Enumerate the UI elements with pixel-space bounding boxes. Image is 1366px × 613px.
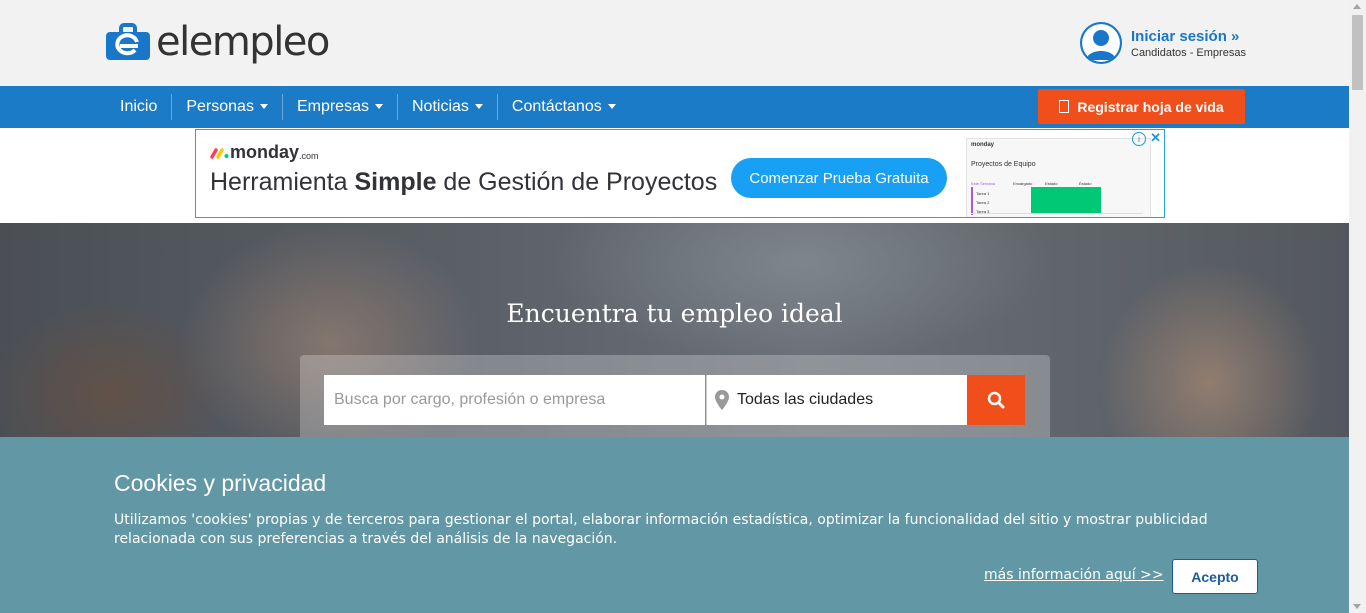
site-header: elempleo Iniciar sesión » Candidatos - E…	[0, 0, 1349, 86]
ad-close-icon[interactable]: ✕	[1150, 130, 1161, 146]
register-cv-label: Registrar hoja de vida	[1077, 98, 1224, 115]
nav-item-label: Empresas	[296, 98, 369, 115]
cookie-accept-button[interactable]: Acepto	[1172, 559, 1258, 594]
ad-headline-post: de Gestión de Proyectos	[436, 168, 718, 196]
preview-row: Tarea 1	[976, 191, 990, 196]
search-icon	[987, 391, 1005, 409]
nav-item-personas[interactable]: Personas	[172, 94, 283, 120]
search-button[interactable]	[967, 375, 1025, 425]
nav-item-inicio[interactable]: Inicio	[106, 94, 173, 120]
scroll-thumb[interactable]	[1352, 15, 1363, 90]
ad-cta-button[interactable]: Comenzar Prueba Gratuita	[731, 158, 947, 198]
monday-logo: monday .com	[210, 142, 319, 163]
nav-item-label: Contáctanos	[511, 98, 602, 115]
scroll-up-arrow-icon[interactable]	[1353, 4, 1361, 9]
elempleo-logo[interactable]: elempleo	[104, 18, 330, 66]
preview-title: Proyectos de Equipo	[971, 161, 1036, 168]
ad-headline-pre: Herramienta	[210, 168, 355, 196]
login-link[interactable]: Iniciar sesión »	[1131, 28, 1246, 45]
nav-item-label: Noticias	[411, 98, 469, 115]
cookie-text: Utilizamos 'cookies' propias y de tercer…	[114, 512, 1208, 547]
page-scrollbar[interactable]	[1349, 0, 1366, 613]
caret-down-icon	[374, 104, 383, 110]
search-panel: Busca por cargo, profesión o empresa Tod…	[300, 355, 1050, 438]
ad-product-preview: monday Proyectos de Equipo Este Semana E…	[966, 138, 1151, 217]
cookie-banner: Cookies y privacidad Utilizamos 'cookies…	[0, 437, 1349, 613]
ad-brand-name: monday	[230, 142, 300, 162]
preview-col: Estado	[1079, 181, 1092, 186]
ad-banner[interactable]: monday .com Herramienta Simple de Gestión…	[195, 129, 1165, 218]
cookie-title: Cookies y privacidad	[114, 470, 327, 496]
logo-wordmark: elempleo	[156, 19, 330, 65]
caret-down-icon	[607, 104, 616, 110]
preview-brand: monday	[971, 142, 995, 148]
user-avatar-icon[interactable]	[1080, 22, 1122, 64]
city-select[interactable]: Todas las ciudades	[706, 375, 967, 425]
nav-item-empresas[interactable]: Empresas	[283, 94, 398, 120]
login-subtitle: Candidatos - Empresas	[1131, 46, 1246, 59]
preview-status-cells	[1031, 187, 1101, 214]
ad-brand-suffix: .com	[299, 150, 319, 161]
ad-headline-bold: Simple	[354, 168, 437, 196]
monday-mark-icon	[210, 147, 229, 159]
hero-section: Encuentra tu empleo ideal Busca por carg…	[0, 223, 1349, 438]
location-pin-icon	[715, 390, 729, 410]
login-block[interactable]: Iniciar sesión » Candidatos - Empresas	[1080, 22, 1246, 64]
register-cv-button[interactable]: Registrar hoja de vida	[1038, 89, 1245, 124]
nav-item-contactanos[interactable]: Contáctanos	[498, 94, 630, 120]
city-select-value: Todas las ciudades	[737, 391, 874, 408]
preview-col: Este Semana	[971, 181, 996, 186]
preview-col: Estado	[1045, 181, 1058, 186]
nav-item-label: Inicio	[120, 98, 158, 115]
briefcase-logo-icon	[104, 22, 152, 62]
document-icon	[1059, 100, 1070, 113]
ad-info-icon[interactable]: i	[1132, 132, 1146, 146]
search-input[interactable]: Busca por cargo, profesión o empresa	[324, 375, 705, 425]
preview-row: Tarea 2	[976, 200, 990, 205]
nav-item-label: Personas	[186, 98, 254, 115]
preview-divider	[971, 213, 1143, 214]
cookie-more-info-link[interactable]: más información aquí >>	[984, 567, 1164, 583]
preview-col: Encargado	[1013, 181, 1033, 186]
preview-group-bar	[971, 187, 973, 215]
caret-down-icon	[259, 104, 268, 110]
ad-headline: Herramienta Simple de Gestión de Proyect…	[210, 168, 717, 197]
hero-title: Encuentra tu empleo ideal	[506, 299, 843, 328]
nav-item-noticias[interactable]: Noticias	[398, 94, 498, 120]
caret-down-icon	[474, 104, 483, 110]
scroll-down-arrow-icon[interactable]	[1353, 604, 1361, 609]
